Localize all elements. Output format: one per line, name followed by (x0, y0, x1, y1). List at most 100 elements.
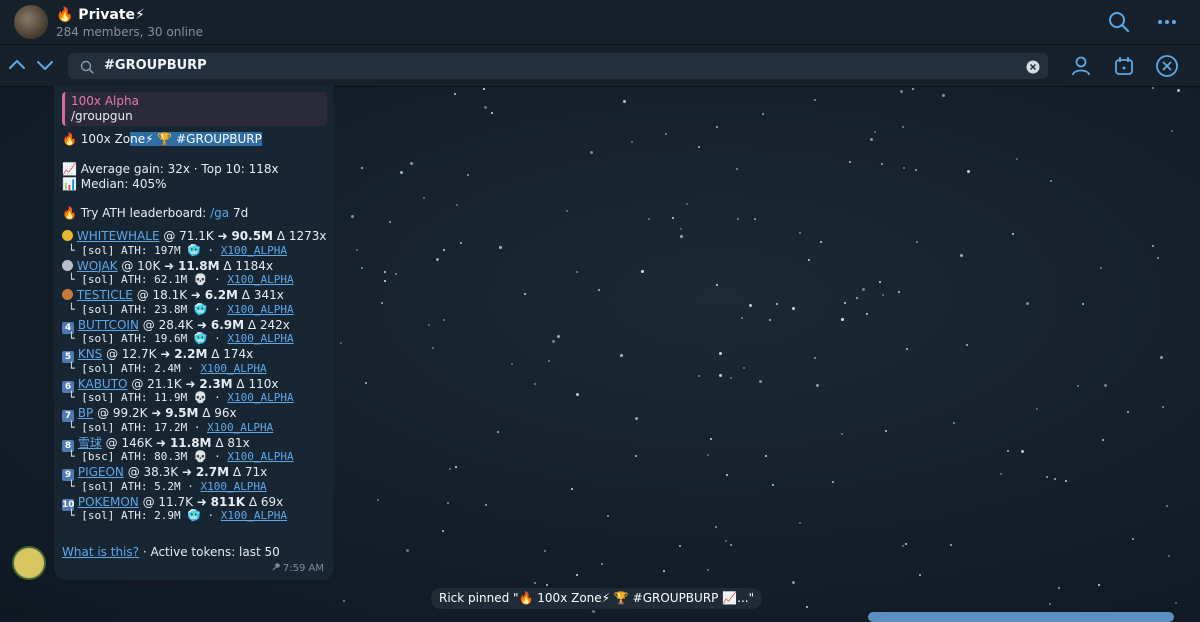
star-decoration (737, 217, 740, 220)
token-link[interactable]: 雪球 (78, 436, 102, 450)
star-decoration (360, 167, 363, 170)
star-decoration (769, 319, 772, 322)
clear-icon[interactable] (1026, 59, 1040, 74)
token-link[interactable]: TESTICLE (77, 288, 133, 302)
star-decoration (698, 374, 701, 377)
token-stats: @ 71.1K ➜ 90.5M Δ 1273x (159, 229, 327, 243)
token-link[interactable]: BP (78, 406, 93, 420)
star-decoration (565, 210, 568, 213)
ath-text: └ [sol] ATH: 23.8M 🥶 · (68, 302, 228, 316)
group-avatar[interactable] (14, 5, 48, 39)
ref-link[interactable]: X100_ALPHA (200, 480, 266, 493)
star-decoration (906, 347, 908, 350)
search-input[interactable]: #GROUPBURP (68, 53, 1048, 79)
search-icon (80, 59, 94, 74)
star-decoration (807, 259, 810, 262)
star-decoration (1026, 302, 1030, 306)
ath-text: └ [sol] ATH: 197M 🥶 · (68, 243, 221, 257)
pinned-service-message[interactable]: Rick pinned "🔥 100x Zone⚡ 🏆 #GROUPBURP 📈… (431, 588, 763, 609)
star-decoration (679, 235, 683, 238)
star-decoration (431, 346, 434, 349)
token-link[interactable]: WOJAK (77, 259, 118, 273)
star-decoration (394, 272, 397, 275)
star-decoration (1152, 86, 1155, 89)
star-decoration (511, 363, 514, 366)
star-decoration (841, 432, 844, 435)
token-stats: @ 28.4K ➜ 6.9M Δ 242x (138, 317, 290, 332)
token-ath-line: └ [sol] ATH: 23.8M 🥶 · X100_ALPHA (68, 303, 294, 317)
star-decoration (1101, 438, 1104, 441)
token-link[interactable]: PIGEON (78, 465, 124, 479)
what-is-this-link[interactable]: What is this? (62, 545, 139, 559)
reply-quote[interactable]: 100x Alpha /groupgun (62, 92, 327, 126)
stats-line: 📈 Average gain: 32x · Top 10: 118x (62, 162, 279, 176)
star-decoration (454, 466, 457, 469)
search-icon[interactable] (1107, 10, 1131, 34)
ath-text: └ [bsc] ATH: 80.3M 💀 · (68, 450, 228, 463)
ref-link[interactable]: X100_ALPHA (227, 332, 293, 345)
star-decoration (601, 562, 604, 565)
ath-text: └ [sol] ATH: 2.9M 🥶 · (68, 509, 221, 522)
star-decoration (902, 126, 905, 129)
chevron-down-icon[interactable] (35, 55, 55, 75)
command-link[interactable]: /ga (210, 206, 229, 220)
star-decoration (813, 356, 816, 359)
ref-link[interactable]: X100_ALPHA (227, 273, 293, 286)
leaderboard-entry: WOJAK @ 10K ➜ 11.8M Δ 1184x (62, 259, 273, 273)
ref-link[interactable]: X100_ALPHA (227, 391, 293, 404)
pin-icon (272, 563, 280, 571)
token-link[interactable]: POKEMON (78, 495, 139, 509)
star-decoration (952, 421, 955, 424)
star-decoration (849, 161, 852, 164)
ref-link[interactable]: X100_ALPHA (227, 450, 293, 463)
star-decoration (902, 544, 905, 547)
token-stats: @ 10K ➜ 11.8M Δ 1184x (117, 258, 274, 273)
ath-text: └ [sol] ATH: 2.4M · (68, 361, 201, 375)
star-decoration (591, 610, 595, 614)
star-decoration (820, 241, 823, 244)
token-link[interactable]: BUTTCOIN (78, 318, 139, 332)
close-icon[interactable] (1155, 54, 1179, 78)
user-icon[interactable] (1069, 54, 1093, 78)
token-link[interactable]: KABUTO (78, 377, 128, 391)
hashtag-link[interactable]: #GROUPBURP (176, 132, 262, 146)
token-link[interactable]: KNS (78, 347, 102, 361)
ref-link[interactable]: X100_ALPHA (227, 303, 293, 316)
star-decoration (799, 522, 802, 525)
star-decoration (671, 217, 674, 220)
star-decoration (556, 334, 560, 338)
token-ath-line: └ [sol] ATH: 2.9M 🥶 · X100_ALPHA (68, 509, 287, 523)
bot-avatar[interactable] (12, 546, 46, 580)
star-decoration (1098, 583, 1101, 586)
star-decoration (1126, 411, 1129, 414)
ref-link[interactable]: X100_ALPHA (207, 421, 273, 434)
token-ath-line: └ [sol] ATH: 17.2M · X100_ALPHA (68, 421, 273, 435)
star-decoration (918, 573, 921, 576)
chevron-up-icon[interactable] (7, 55, 27, 75)
star-decoration (365, 381, 368, 384)
search-query[interactable]: #GROUPBURP (104, 58, 207, 73)
star-decoration (552, 339, 555, 343)
chat-title[interactable]: 🔥 Private⚡ (56, 7, 145, 23)
star-decoration (422, 197, 425, 200)
ref-link[interactable]: X100_ALPHA (200, 362, 266, 375)
more-icon[interactable] (1155, 10, 1179, 34)
ref-link[interactable]: X100_ALPHA (221, 244, 287, 257)
star-decoration (388, 220, 391, 223)
leaderboard-entry: TESTICLE @ 18.1K ➜ 6.2M Δ 341x (62, 288, 284, 302)
star-decoration (966, 170, 970, 174)
star-decoration (665, 133, 668, 136)
star-decoration (914, 168, 917, 171)
star-decoration (533, 382, 536, 385)
star-decoration (545, 584, 548, 587)
reply-text: /groupgun (71, 109, 133, 123)
token-link[interactable]: WHITEWHALE (77, 229, 160, 243)
star-decoration (1058, 586, 1061, 589)
message-title: 🔥 100x Zone⚡ 🏆 #GROUPBURP (62, 132, 262, 146)
calendar-icon[interactable] (1112, 54, 1136, 78)
ref-link[interactable]: X100_ALPHA (221, 509, 287, 522)
star-decoration (869, 138, 873, 142)
star-decoration (1099, 266, 1102, 269)
star-decoration (743, 367, 746, 370)
star-decoration (698, 146, 701, 149)
